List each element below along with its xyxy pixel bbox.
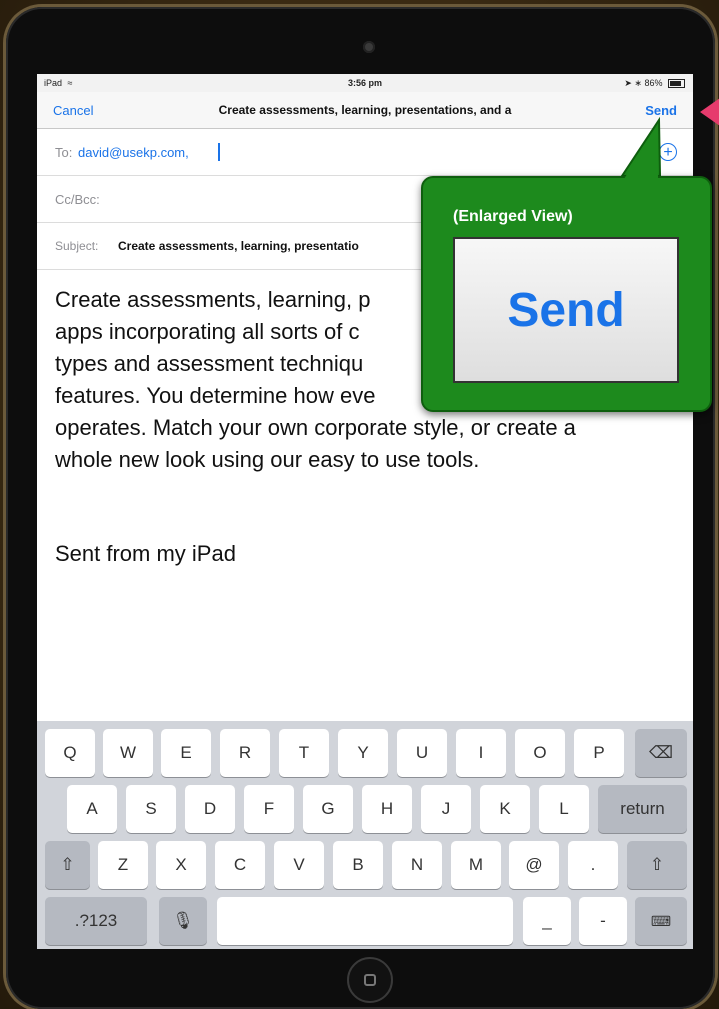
shift-icon: ⇧ — [649, 855, 665, 874]
shift-right-key[interactable]: ⇧ — [627, 841, 687, 889]
home-button[interactable] — [347, 957, 393, 1003]
status-time: 3:56 pm — [347, 78, 382, 88]
key-m[interactable]: M — [451, 841, 501, 889]
key-at[interactable]: @ — [509, 841, 559, 889]
key-p[interactable]: P — [574, 729, 624, 777]
cc-bcc-label: Cc/Bcc: — [55, 192, 100, 207]
camera-icon — [363, 41, 375, 53]
key-dash[interactable]: - — [579, 897, 627, 945]
battery-percent: 86% — [644, 78, 663, 88]
body-line: operates. Match your own corporate style… — [55, 415, 576, 440]
backspace-icon: ⌫ — [648, 743, 674, 762]
backspace-key[interactable]: ⌫ — [635, 729, 687, 777]
status-right: ➤ ∗ 86% — [624, 78, 685, 89]
key-o[interactable]: O — [515, 729, 565, 777]
key-g[interactable]: G — [303, 785, 353, 833]
callout-title: (Enlarged View) — [453, 208, 573, 225]
enlarged-view-callout: (Enlarged View) Send — [421, 176, 712, 412]
key-h[interactable]: H — [362, 785, 412, 833]
key-d[interactable]: D — [185, 785, 235, 833]
key-y[interactable]: Y — [338, 729, 388, 777]
battery-icon — [668, 79, 685, 89]
key-e[interactable]: E — [161, 729, 211, 777]
key-i[interactable]: I — [456, 729, 506, 777]
enlarged-send-box: Send — [453, 237, 679, 383]
microphone-icon: 🎙 — [172, 911, 194, 930]
key-v[interactable]: V — [274, 841, 324, 889]
return-key[interactable]: return — [598, 785, 687, 833]
subject-value[interactable]: Create assessments, learning, presentati… — [118, 239, 359, 253]
keyboard: Q W E R T Y U I O P ⌫ A S D F G H J K L … — [37, 721, 693, 949]
to-recipient[interactable]: david@usekp.com, — [78, 145, 189, 160]
bluetooth-icon: ∗ — [634, 78, 642, 88]
status-bar: iPad ≈ 3:56 pm ➤ ∗ 86% — [37, 74, 693, 92]
key-z[interactable]: Z — [98, 841, 148, 889]
plus-circle-icon[interactable]: + — [659, 143, 677, 161]
dictation-key[interactable]: 🎙 — [159, 897, 207, 945]
key-s[interactable]: S — [126, 785, 176, 833]
numbers-key[interactable]: .?123 — [45, 897, 147, 945]
text-cursor — [218, 143, 220, 161]
to-label: To: — [55, 145, 73, 160]
pointer-arrow-icon — [700, 98, 719, 126]
space-key[interactable] — [217, 897, 513, 945]
key-c[interactable]: C — [215, 841, 265, 889]
key-n[interactable]: N — [392, 841, 442, 889]
key-period[interactable]: . — [568, 841, 618, 889]
key-w[interactable]: W — [103, 729, 153, 777]
shift-icon: ⇧ — [60, 855, 75, 874]
to-field[interactable]: To: david@usekp.com, + — [37, 129, 693, 176]
key-q[interactable]: Q — [45, 729, 95, 777]
key-k[interactable]: K — [480, 785, 530, 833]
signature: Sent from my iPad — [55, 541, 236, 566]
subject-label: Subject: — [55, 239, 99, 253]
keyboard-hide-icon: ⌨ — [650, 913, 672, 929]
key-a[interactable]: A — [67, 785, 117, 833]
enlarged-send-text: Send — [507, 284, 625, 337]
home-square-icon — [364, 974, 376, 986]
key-u[interactable]: U — [397, 729, 447, 777]
key-x[interactable]: X — [156, 841, 206, 889]
send-button[interactable]: Send — [645, 103, 677, 118]
body-line: whole new look using our easy to use too… — [55, 447, 480, 472]
key-r[interactable]: R — [220, 729, 270, 777]
key-l[interactable]: L — [539, 785, 589, 833]
key-j[interactable]: J — [421, 785, 471, 833]
compose-title: Create assessments, learning, presentati… — [218, 103, 512, 117]
key-f[interactable]: F — [244, 785, 294, 833]
hide-keyboard-key[interactable]: ⌨ — [635, 897, 687, 945]
key-b[interactable]: B — [333, 841, 383, 889]
key-t[interactable]: T — [279, 729, 329, 777]
compose-nav-bar: Cancel Create assessments, learning, pre… — [37, 92, 693, 129]
location-arrow-icon: ➤ — [624, 78, 632, 88]
key-underscore[interactable]: _ — [523, 897, 571, 945]
shift-left-key[interactable]: ⇧ — [45, 841, 90, 889]
